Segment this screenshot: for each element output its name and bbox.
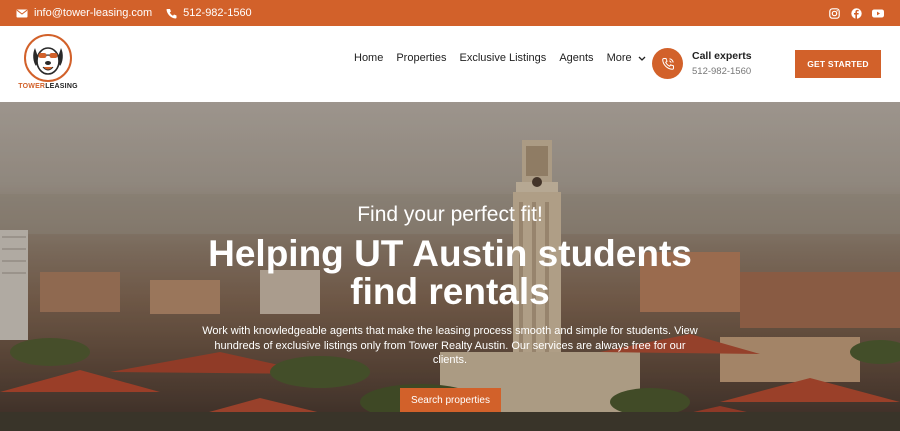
nav-home[interactable]: Home [354,52,383,64]
get-started-button[interactable]: GET STARTED [795,50,881,78]
facebook-icon[interactable] [850,7,862,19]
instagram-icon[interactable] [828,7,840,19]
main-nav: Home Properties Exclusive Listings Agent… [354,52,659,64]
phone-icon [166,8,177,18]
email-icon [16,9,28,17]
call-phone[interactable]: 512-982-1560 [692,66,752,77]
email-contact[interactable]: info@tower-leasing.com [16,7,152,19]
youtube-icon[interactable] [872,7,884,19]
logo-word-tower: TOWER [18,83,46,90]
phone-call-icon [652,48,683,79]
chevron-down-icon [638,56,646,61]
nav-exclusive-listings[interactable]: Exclusive Listings [459,52,546,64]
search-properties-button[interactable]: Search properties [400,388,501,412]
nav-properties[interactable]: Properties [396,52,446,64]
dog-logo-icon [24,34,72,82]
email-text[interactable]: info@tower-leasing.com [34,7,152,19]
social-links [828,7,884,19]
site-header: TOWERLEASING Home Properties Exclusive L… [0,26,900,102]
hero-section: Find your perfect fit! Helping UT Austin… [0,102,900,431]
top-contact-bar: info@tower-leasing.com 512-982-1560 [0,0,900,26]
phone-contact[interactable]: 512-982-1560 [166,7,252,19]
hero-headline: Helping UT Austin students find rentals [208,233,692,312]
site-logo[interactable]: TOWERLEASING [18,34,78,96]
hero-subtext: Work with knowledgeable agents that make… [202,325,698,366]
call-experts[interactable]: Call experts 512-982-1560 [652,48,752,79]
call-text: Call experts 512-982-1560 [692,50,752,77]
logo-wordmark: TOWERLEASING [18,83,78,90]
nav-agents[interactable]: Agents [559,52,593,64]
logo-word-leasing: LEASING [45,83,78,90]
phone-text[interactable]: 512-982-1560 [183,7,252,19]
hero-kicker: Find your perfect fit! [357,203,543,226]
nav-more-label: More [606,52,632,64]
call-title: Call experts [692,50,752,62]
nav-more[interactable]: More [607,52,646,64]
